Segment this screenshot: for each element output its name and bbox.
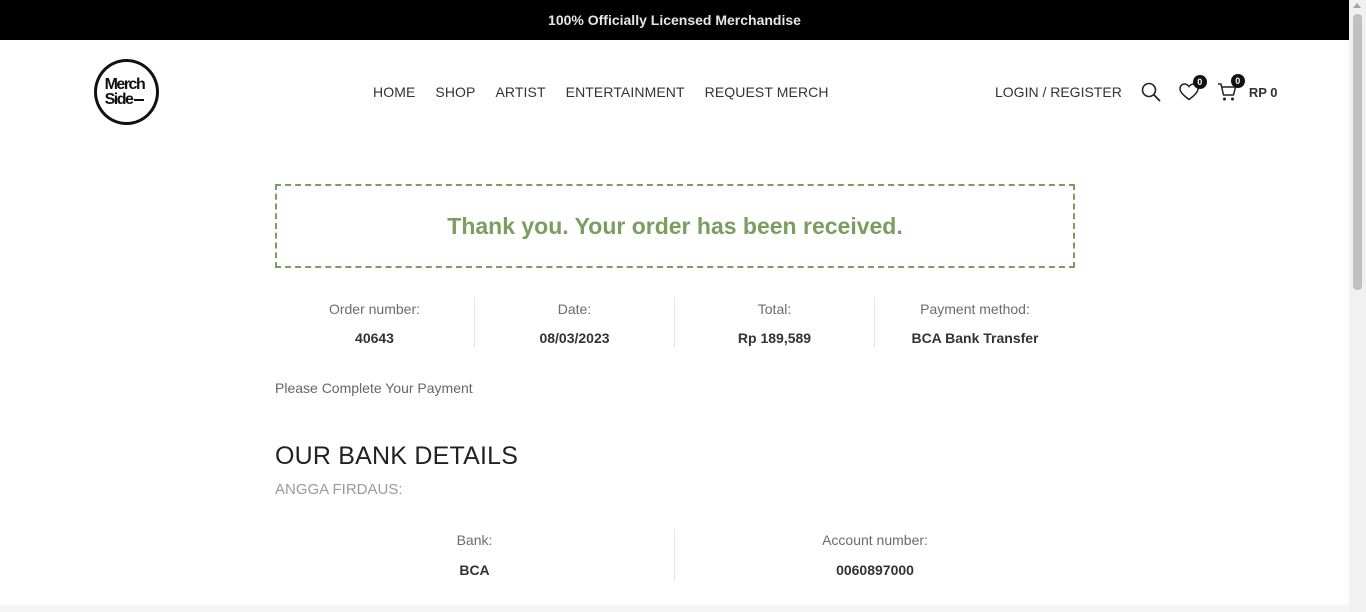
order-total-label: Total: [757, 301, 792, 317]
cart-count-badge: 0 [1230, 74, 1245, 88]
nav-request-merch[interactable]: REQUEST MERCH [705, 84, 829, 100]
logo-text: Merch Side [104, 76, 146, 108]
order-received-text: Thank you. Your order has been received. [447, 212, 903, 239]
order-number-block: Order number: 40643 [275, 297, 475, 347]
order-overview: Order number: 40643 Date: 08/03/2023 Tot… [275, 297, 1075, 347]
wishlist-count-badge: 0 [1192, 75, 1207, 89]
nav-entertainment[interactable]: ENTERTAINMENT [566, 84, 685, 100]
order-total-block: Total: Rp 189,589 [675, 297, 875, 347]
main-nav: HOME SHOP ARTIST ENTERTAINMENT REQUEST M… [373, 84, 829, 100]
account-number-label: Account number: [822, 532, 928, 548]
order-number-label: Order number: [328, 301, 421, 317]
bank-name-value: BCA [459, 562, 490, 578]
payment-method-value: BCA Bank Transfer [911, 330, 1039, 346]
logo-line-2: Side [104, 91, 134, 108]
order-total-value: Rp 189,589 [737, 330, 812, 346]
order-date-label: Date: [557, 301, 592, 317]
nav-shop[interactable]: SHOP [435, 84, 475, 100]
payment-method-block: Payment method: BCA Bank Transfer [875, 297, 1075, 347]
site-logo[interactable]: Merch Side [94, 59, 159, 125]
search-icon [1141, 82, 1161, 102]
payment-method-label: Payment method: [920, 301, 1030, 317]
bank-name-label: Bank: [456, 532, 493, 548]
order-received-notice: Thank you. Your order has been received. [275, 184, 1075, 268]
scroll-up-arrow-icon[interactable] [1353, 3, 1361, 8]
site-header: Merch Side HOME SHOP ARTIST ENTERTAINMEN… [0, 40, 1349, 144]
order-date-block: Date: 08/03/2023 [475, 297, 675, 347]
nav-artist[interactable]: ARTIST [495, 84, 545, 100]
bank-details: Bank: BCA Account number: 0060897000 [275, 529, 1075, 580]
order-number-value: 40643 [355, 330, 394, 346]
order-date-value: 08/03/2023 [539, 330, 610, 346]
logo-dash [134, 98, 145, 101]
payment-instruction: Please Complete Your Payment [275, 380, 473, 396]
promo-topbar: 100% Officially Licensed Merchandise [0, 0, 1349, 40]
account-number-block: Account number: 0060897000 [675, 529, 1075, 580]
login-register-link[interactable]: LOGIN / REGISTER [995, 84, 1122, 100]
bank-name-block: Bank: BCA [275, 529, 675, 580]
search-button[interactable] [1141, 82, 1161, 102]
cart-total[interactable]: RP 0 [1249, 85, 1278, 100]
wishlist-button[interactable]: 0 [1179, 75, 1207, 101]
header-actions: LOGIN / REGISTER 0 0 RP 0 [995, 74, 1278, 102]
scrollbar-thumb[interactable] [1353, 14, 1362, 290]
horizontal-scroll-track [0, 605, 1349, 612]
bank-account-owner: ANGGA FIRDAUS: [275, 481, 403, 498]
cart-button[interactable]: 0 [1217, 74, 1245, 102]
account-number-value: 0060897000 [836, 562, 914, 578]
nav-home[interactable]: HOME [373, 84, 415, 100]
logo-line-1: Merch [104, 76, 146, 93]
promo-text: 100% Officially Licensed Merchandise [548, 12, 801, 28]
bank-details-heading: OUR BANK DETAILS [275, 442, 519, 470]
vertical-scrollbar[interactable] [1349, 0, 1366, 612]
